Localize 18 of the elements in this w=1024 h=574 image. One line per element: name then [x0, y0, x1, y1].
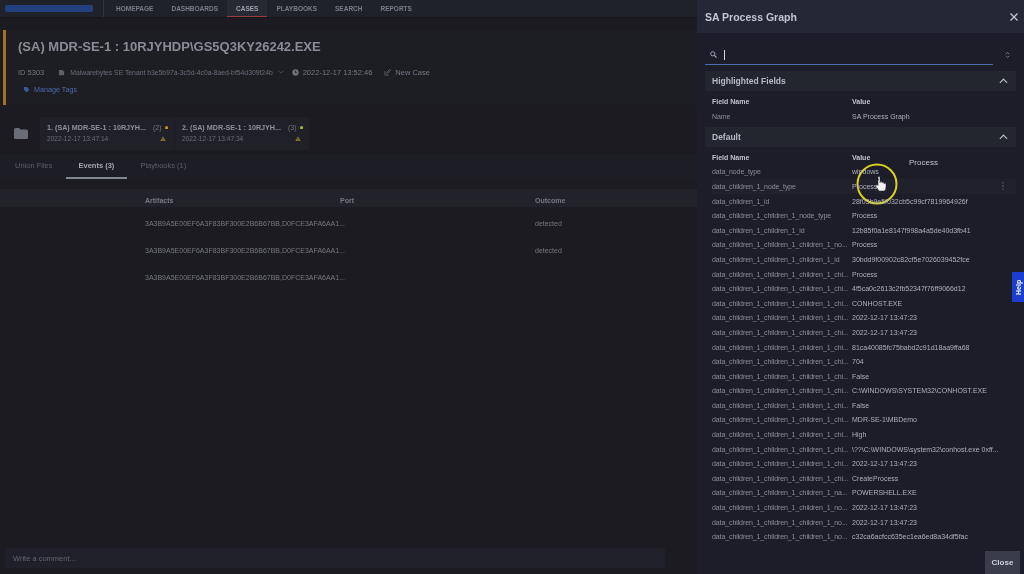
case-title: (SA) MDR-SE-1 : 10RJYHDP\GS5Q3KY26242.EXE: [18, 38, 322, 56]
close-button[interactable]: Close: [985, 551, 1020, 574]
text-cursor-icon: [724, 49, 725, 60]
chevron-down-icon[interactable]: [277, 70, 284, 74]
folder-icon: [14, 128, 28, 139]
document-icon: [58, 68, 66, 76]
edit-icon: [384, 68, 392, 76]
warning-icon: [160, 135, 166, 142]
tag-icon: [23, 86, 30, 93]
clock-icon: [291, 68, 299, 76]
sort-icon[interactable]: [1005, 51, 1010, 59]
section-header[interactable]: Highlighted Fields: [705, 71, 1016, 91]
search-icon: [710, 51, 717, 58]
panel-title: SA Process Graph: [705, 10, 797, 23]
panel-close-button[interactable]: [1009, 11, 1019, 22]
close-icon: [1010, 12, 1018, 21]
warning-icon: [295, 135, 301, 142]
section-header[interactable]: Default: [705, 126, 1016, 147]
